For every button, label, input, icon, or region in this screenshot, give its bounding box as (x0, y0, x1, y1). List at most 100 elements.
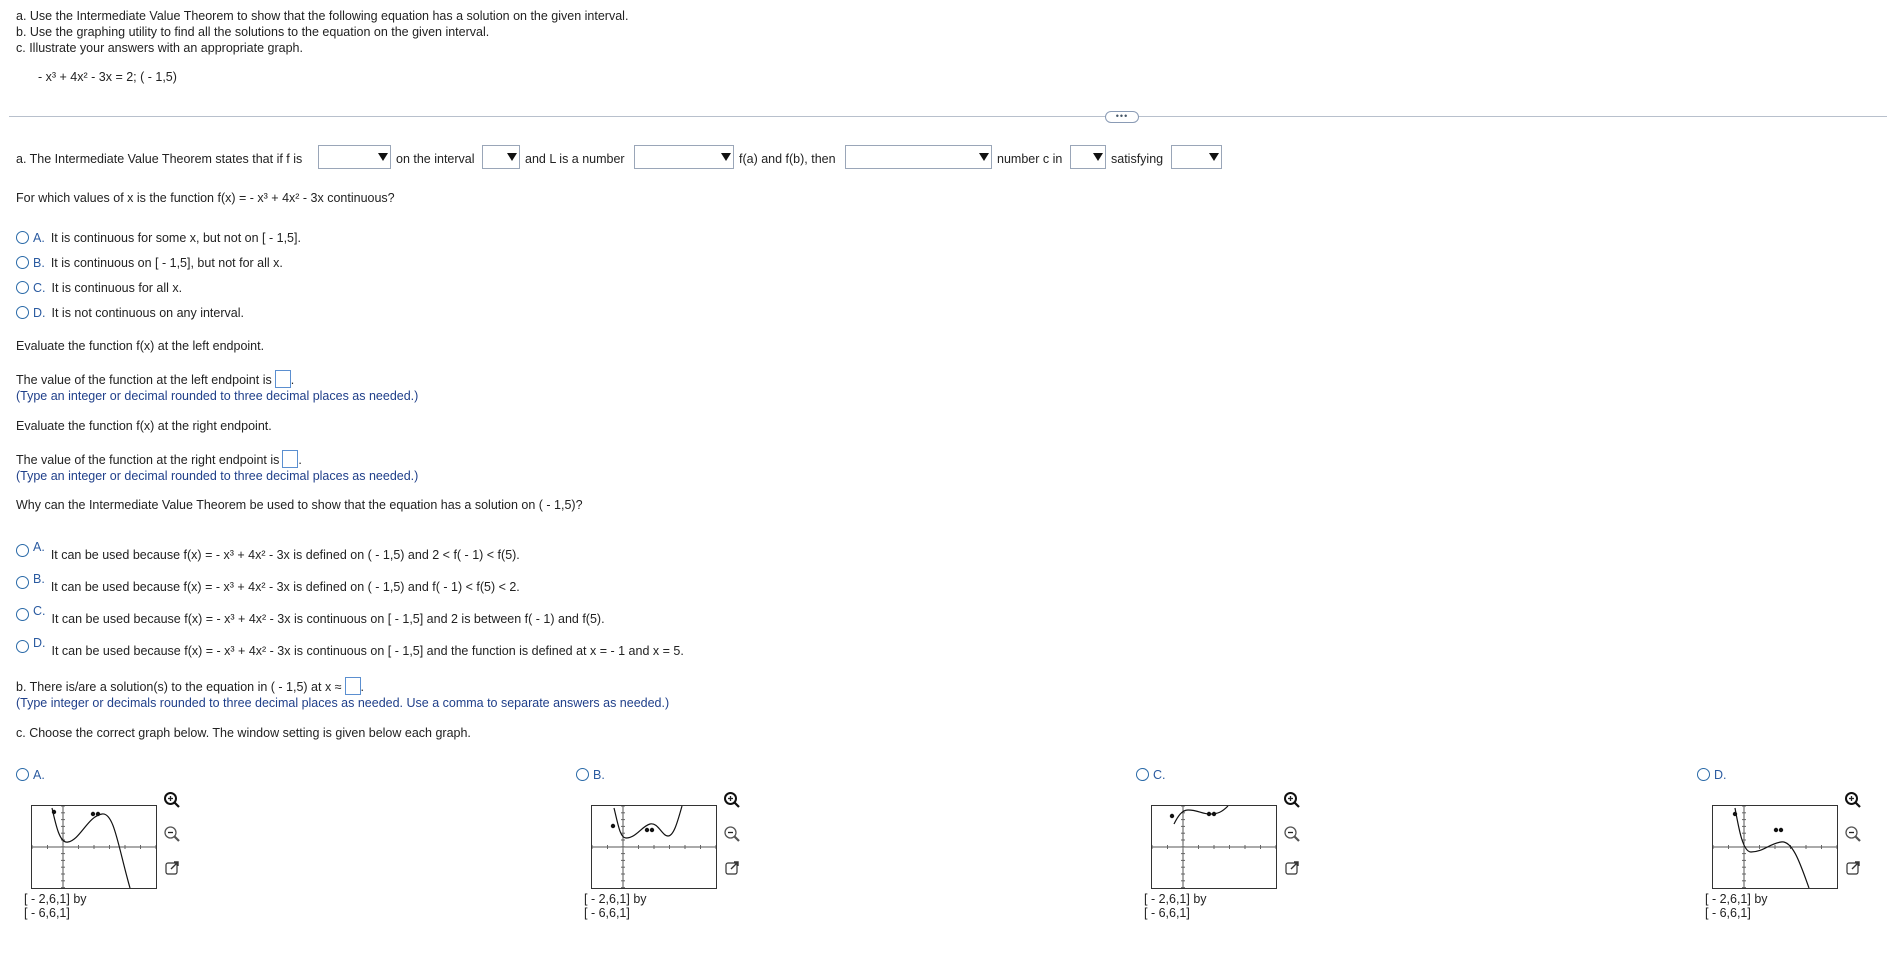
instruction-c: c. Illustrate your answers with an appro… (16, 41, 303, 55)
radio-button[interactable] (16, 231, 29, 244)
continuity-option-d[interactable]: D. It is not continuous on any interval. (16, 306, 244, 320)
ivt-dropdown-4[interactable] (845, 145, 992, 169)
zoom-in-icon[interactable] (162, 790, 182, 810)
radio-button[interactable] (16, 306, 29, 319)
open-external-icon[interactable] (1282, 858, 1302, 878)
expand-button[interactable]: ••• (1105, 111, 1139, 123)
right-endpoint-input[interactable] (282, 450, 299, 468)
solution-point (610, 823, 616, 829)
graph-thumbnail[interactable] (31, 805, 157, 889)
part-b-row: b. There is/are a solution(s) to the equ… (16, 677, 364, 695)
ivt-text-1: a. The Intermediate Value Theorem states… (16, 152, 303, 166)
dropdown-arrow-icon (1092, 151, 1103, 163)
radio-button[interactable] (16, 576, 29, 589)
ivt-text-4: f(a) and f(b), then (739, 152, 836, 166)
ivt-text-6: satisfying (1111, 152, 1164, 166)
solution-point (90, 811, 96, 817)
radio-button[interactable] (16, 544, 29, 557)
ivt-text-5: number c in (997, 152, 1063, 166)
open-external-icon[interactable] (1843, 858, 1863, 878)
why-option-a[interactable]: A.It can be used because f(x) = - x³ + 4… (16, 540, 520, 562)
continuity-question: For which values of x is the function f(… (16, 191, 395, 205)
ivt-dropdown-6[interactable] (1171, 145, 1222, 169)
graph-plot (1151, 805, 1277, 889)
graph-thumbnail[interactable] (1712, 805, 1838, 889)
graph-plot (31, 805, 157, 889)
window-setting: [ - 2,6,1] by[ - 6,6,1] (24, 892, 87, 920)
window-y-range: [ - 6,6,1] (584, 906, 630, 920)
section-divider (9, 116, 1887, 117)
eval-right-hint: (Type an integer or decimal rounded to t… (16, 469, 419, 483)
function-curve (1734, 807, 1810, 889)
zoom-out-icon[interactable] (1282, 824, 1302, 844)
zoom-out-icon[interactable] (1843, 824, 1863, 844)
continuity-option-b[interactable]: B. It is continuous on [ - 1,5], but not … (16, 256, 283, 270)
radio-button[interactable] (16, 256, 29, 269)
dropdown-arrow-icon (978, 151, 989, 163)
zoom-in-icon[interactable] (1843, 790, 1863, 810)
window-x-range: [ - 2,6,1] by (1705, 892, 1768, 906)
radio-button[interactable] (1136, 768, 1149, 781)
window-y-range: [ - 6,6,1] (1144, 906, 1190, 920)
graph-option-label[interactable]: B. (576, 768, 611, 782)
open-external-icon[interactable] (162, 858, 182, 878)
window-x-range: [ - 2,6,1] by (584, 892, 647, 906)
solution-point (1206, 811, 1212, 817)
solution-point (1778, 827, 1784, 833)
graph-thumbnail[interactable] (591, 805, 717, 889)
problem-equation: - x³ + 4x² - 3x = 2; ( - 1,5) (38, 70, 177, 84)
why-question: Why can the Intermediate Value Theorem b… (16, 498, 583, 512)
solution-point (1773, 827, 1779, 833)
zoom-in-icon[interactable] (1282, 790, 1302, 810)
radio-button[interactable] (16, 608, 29, 621)
instruction-a: a. Use the Intermediate Value Theorem to… (16, 9, 629, 23)
graph-plot (591, 805, 717, 889)
open-external-icon[interactable] (722, 858, 742, 878)
continuity-option-c[interactable]: C. It is continuous for all x. (16, 281, 182, 295)
window-y-range: [ - 6,6,1] (1705, 906, 1751, 920)
solution-point (95, 811, 101, 817)
radio-button[interactable] (16, 640, 29, 653)
radio-button[interactable] (16, 281, 29, 294)
eval-left-hint: (Type an integer or decimal rounded to t… (16, 389, 419, 403)
continuity-option-a[interactable]: A. It is continuous for some x, but not o… (16, 231, 301, 245)
window-setting: [ - 2,6,1] by[ - 6,6,1] (1705, 892, 1768, 920)
problem-statement: a. Use the Intermediate Value Theorem to… (16, 8, 628, 56)
why-option-b[interactable]: B.It can be used because f(x) = - x³ + 4… (16, 572, 520, 594)
ivt-dropdown-2[interactable] (482, 145, 520, 169)
radio-button[interactable] (576, 768, 589, 781)
part-c-prompt: c. Choose the correct graph below. The w… (16, 726, 471, 740)
graph-option-letter: D. (1714, 768, 1727, 782)
why-option-c[interactable]: C.It can be used because f(x) = - x³ + 4… (16, 604, 605, 626)
solution-point (1732, 811, 1738, 817)
zoom-out-icon[interactable] (722, 824, 742, 844)
zoom-out-icon[interactable] (162, 824, 182, 844)
left-endpoint-input[interactable] (274, 370, 291, 388)
solution-point (1211, 811, 1217, 817)
part-b-hint: (Type integer or decimals rounded to thr… (16, 696, 670, 710)
instruction-b: b. Use the graphing utility to find all … (16, 25, 490, 39)
eval-left-prompt: Evaluate the function f(x) at the left e… (16, 339, 265, 353)
eval-right-row: The value of the function at the right e… (16, 450, 302, 468)
window-setting: [ - 2,6,1] by[ - 6,6,1] (1144, 892, 1207, 920)
solution-point (1169, 813, 1175, 819)
dropdown-arrow-icon (1208, 151, 1219, 163)
solution-point (649, 827, 655, 833)
ivt-dropdown-1[interactable] (318, 145, 391, 169)
graph-thumbnail[interactable] (1151, 805, 1277, 889)
graph-option-label[interactable]: D. (1697, 768, 1733, 782)
window-x-range: [ - 2,6,1] by (24, 892, 87, 906)
graph-option-label[interactable]: C. (1136, 768, 1172, 782)
ivt-dropdown-5[interactable] (1070, 145, 1106, 169)
why-option-d[interactable]: D.It can be used because f(x) = - x³ + 4… (16, 636, 684, 658)
radio-button[interactable] (16, 768, 29, 781)
radio-button[interactable] (1697, 768, 1710, 781)
solution-input[interactable] (344, 677, 361, 695)
zoom-in-icon[interactable] (722, 790, 742, 810)
ivt-dropdown-3[interactable] (634, 145, 734, 169)
window-x-range: [ - 2,6,1] by (1144, 892, 1207, 906)
solution-point (51, 809, 57, 815)
ivt-text-3: and L is a number (525, 152, 625, 166)
graph-option-label[interactable]: A. (16, 768, 51, 782)
dropdown-arrow-icon (506, 151, 517, 163)
